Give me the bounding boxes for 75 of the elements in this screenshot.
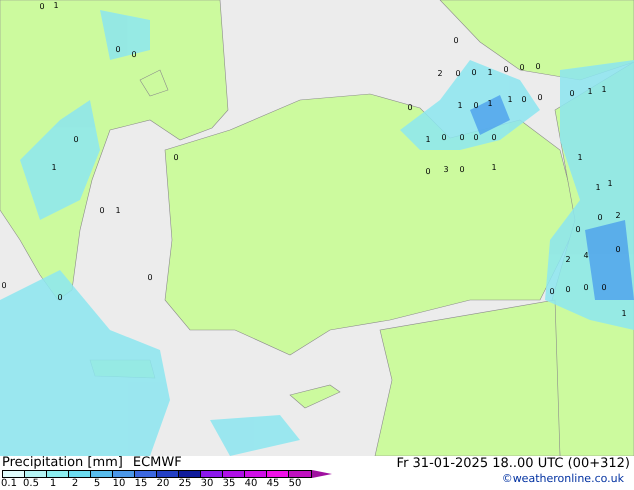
scale-tick-label: 0.5 <box>22 478 40 489</box>
precipitation-value: 0 <box>147 273 153 282</box>
scale-tick-label: 15 <box>134 478 148 489</box>
precipitation-value: 0 <box>39 2 45 11</box>
precipitation-value: 0 <box>1 281 7 290</box>
precipitation-value: 1 <box>621 309 627 318</box>
precipitation-value: 0 <box>535 62 541 71</box>
precipitation-value: 1 <box>595 183 601 192</box>
scale-tick-label: 50 <box>288 478 302 489</box>
precipitation-value: 0 <box>115 45 121 54</box>
precipitation-value: 0 <box>549 287 555 296</box>
precipitation-value: 0 <box>575 225 581 234</box>
legend-title: Precipitation [mm] <box>2 456 123 470</box>
precipitation-value: 0 <box>615 245 621 254</box>
model-name: ECMWF <box>132 456 182 470</box>
precipitation-value: 0 <box>425 167 431 176</box>
scale-tick-label: 0.1 <box>0 478 18 489</box>
scale-tick-label: 5 <box>92 478 102 489</box>
land-area <box>289 384 341 408</box>
precipitation-value: 1 <box>607 179 613 188</box>
precipitation-value: 0 <box>569 89 575 98</box>
precipitation-value: 0 <box>471 68 477 77</box>
credit-link[interactable]: ©weatheronline.co.uk <box>502 472 630 486</box>
precipitation-area <box>100 10 150 60</box>
precipitation-value: 0 <box>601 283 607 292</box>
precipitation-value: 0 <box>99 206 105 215</box>
scale-tick-label: 20 <box>156 478 170 489</box>
heavy-precipitation-area <box>470 95 510 135</box>
scale-tick-label: 1 <box>48 478 58 489</box>
scale-tick-label: 40 <box>244 478 258 489</box>
precipitation-value: 1 <box>491 163 497 172</box>
precipitation-value: 0 <box>473 101 479 110</box>
precipitation-value: 0 <box>131 50 137 59</box>
precipitation-value: 4 <box>583 251 589 260</box>
scale-tick-label: 35 <box>222 478 236 489</box>
precipitation-value: 1 <box>425 135 431 144</box>
precipitation-value: 0 <box>583 283 589 292</box>
precipitation-value: 1 <box>487 68 493 77</box>
precipitation-value: 1 <box>115 206 121 215</box>
precipitation-value: 1 <box>587 87 593 96</box>
precipitation-value: 0 <box>473 133 479 142</box>
scale-tick-label: 45 <box>266 478 280 489</box>
precipitation-value: 2 <box>615 211 621 220</box>
scale-arrow-icon <box>312 470 332 478</box>
precipitation-value: 0 <box>73 135 79 144</box>
precipitation-value: 0 <box>407 103 413 112</box>
precipitation-value: 0 <box>519 63 525 72</box>
precipitation-value: 0 <box>173 153 179 162</box>
precipitation-value: 3 <box>443 165 449 174</box>
precipitation-value: 0 <box>597 213 603 222</box>
scale-tick-label: 2 <box>70 478 80 489</box>
precipitation-value: 0 <box>455 69 461 78</box>
precipitation-value: 1 <box>507 95 513 104</box>
precipitation-value: 0 <box>503 65 509 74</box>
precipitation-value: 0 <box>57 293 63 302</box>
precipitation-value: 0 <box>459 133 465 142</box>
precipitation-value: 1 <box>577 153 583 162</box>
valid-time: Fr 31-01-2025 18..00 UTC (00+312) <box>396 456 630 472</box>
precipitation-value: 1 <box>53 1 59 10</box>
precipitation-value: 0 <box>537 93 543 102</box>
scale-tick-label: 30 <box>200 478 214 489</box>
precipitation-value: 2 <box>437 69 443 78</box>
precipitation-value: 0 <box>453 36 459 45</box>
precipitation-value: 0 <box>441 133 447 142</box>
precipitation-value: 0 <box>459 165 465 174</box>
scale-tick-label: 25 <box>178 478 192 489</box>
precipitation-value: 2 <box>565 255 571 264</box>
precipitation-value: 0 <box>491 133 497 142</box>
precipitation-value: 1 <box>457 101 463 110</box>
precipitation-value: 0 <box>521 95 527 104</box>
scale-tick-label: 10 <box>112 478 126 489</box>
precipitation-value: 1 <box>601 85 607 94</box>
precipitation-value: 1 <box>487 99 493 108</box>
precipitation-value: 1 <box>51 163 57 172</box>
precipitation-value: 0 <box>565 285 571 294</box>
